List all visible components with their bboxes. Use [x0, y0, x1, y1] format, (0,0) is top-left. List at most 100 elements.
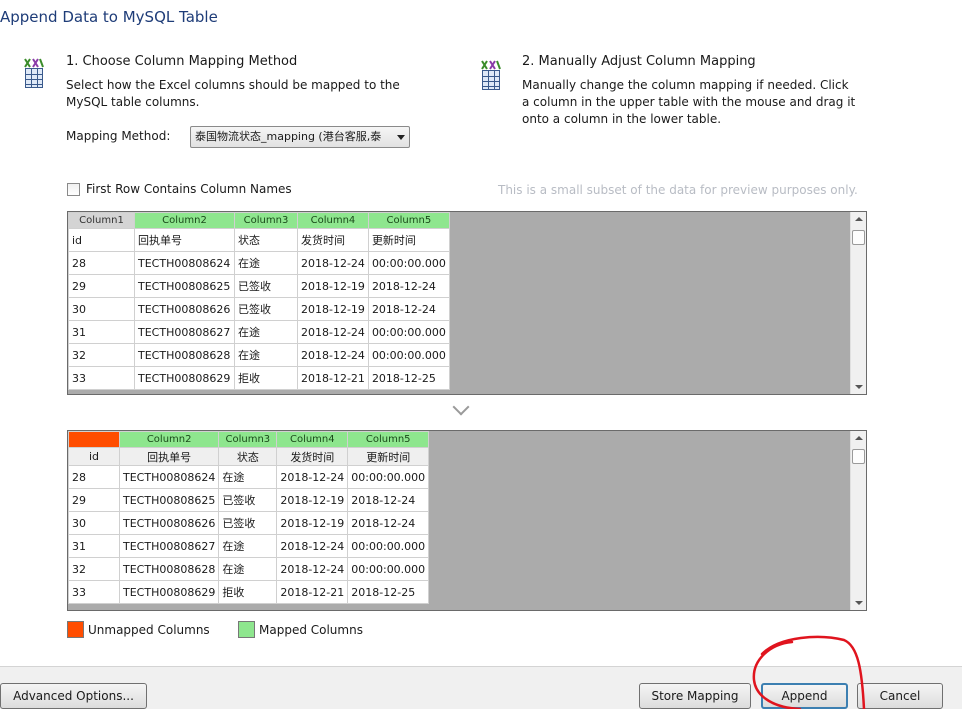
- step2-title: 2. Manually Adjust Column Mapping: [522, 54, 756, 69]
- table-cell: TECTH00808629: [134, 366, 235, 390]
- step1-description: Select how the Excel columns should be m…: [66, 78, 400, 109]
- table-row: 31 TECTH00808627 在途 2018-12-24 00:00:00.000: [68, 534, 430, 558]
- table-cell: 2018-12-24: [276, 557, 349, 581]
- advanced-options-button[interactable]: Advanced Options...: [0, 683, 147, 709]
- table-cell: 31: [68, 320, 135, 344]
- table-cell: 32: [68, 343, 135, 367]
- lower-col-header[interactable]: [68, 431, 120, 448]
- table-cell: 2018-12-24: [367, 297, 450, 321]
- table-cell: 28: [68, 251, 135, 275]
- table-row: 32 TECTH00808628 在途 2018-12-24 00:00:00.000: [68, 557, 430, 581]
- table-cell: TECTH00808625: [134, 274, 235, 298]
- table-cell: TECTH00808628: [118, 557, 220, 581]
- table-cell: 更新时间: [367, 228, 450, 252]
- table-cell: 2018-12-21: [297, 366, 369, 390]
- lower-col-header[interactable]: Column4: [276, 431, 349, 448]
- table-cell: 00:00:00.000: [347, 557, 430, 581]
- table-cell: 2018-12-21: [276, 580, 349, 604]
- table-cell: 2018-12-25: [347, 580, 430, 604]
- button-bar: Advanced Options... Store Mapping Append…: [0, 666, 962, 709]
- upper-col-header[interactable]: Column4: [297, 212, 369, 229]
- target-table-grid[interactable]: Column2 Column3 Column4 Column5 id 回执单号 …: [67, 430, 867, 611]
- field-name: 回执单号: [118, 447, 220, 466]
- cancel-button[interactable]: Cancel: [857, 683, 943, 709]
- table-row: 28 TECTH00808624 在途 2018-12-24 00:00:00.000: [68, 251, 450, 275]
- source-data-grid[interactable]: Column1 Column2 Column3 Column4 Column5 …: [67, 211, 867, 395]
- table-cell: TECTH00808626: [118, 511, 220, 535]
- table-cell: 29: [68, 274, 135, 298]
- lower-col-header[interactable]: Column5: [347, 431, 430, 448]
- scroll-up-icon[interactable]: [855, 436, 863, 440]
- table-cell: 发货时间: [297, 228, 369, 252]
- scroll-down-icon[interactable]: [855, 601, 863, 605]
- lower-scrollbar[interactable]: [850, 431, 866, 610]
- table-cell: 30: [68, 511, 120, 535]
- table-cell: 2018-12-24: [347, 488, 430, 512]
- scroll-thumb[interactable]: [852, 230, 865, 245]
- table-row: 29 TECTH00808625 已签收 2018-12-19 2018-12-24: [68, 488, 430, 512]
- table-cell: 已签收: [218, 511, 278, 535]
- table-row: id 回执单号 状态 发货时间 更新时间: [68, 228, 450, 252]
- mapped-swatch: [238, 621, 255, 638]
- table-row: 30 TECTH00808626 已签收 2018-12-19 2018-12-24: [68, 511, 430, 535]
- table-cell: TECTH00808627: [134, 320, 235, 344]
- unmapped-swatch: [67, 621, 84, 638]
- upper-col-header[interactable]: Column5: [367, 212, 450, 229]
- upper-col-header[interactable]: Column1: [68, 212, 135, 229]
- table-cell: 00:00:00.000: [367, 320, 450, 344]
- table-cell: id: [68, 228, 135, 252]
- table-cell: 已签收: [234, 297, 298, 321]
- table-cell: 2018-12-24: [276, 465, 349, 489]
- mapping-method-label: Mapping Method:: [66, 129, 171, 143]
- table-cell: 32: [68, 557, 120, 581]
- table-cell: 33: [68, 366, 135, 390]
- scroll-thumb[interactable]: [852, 449, 865, 464]
- table-cell: 在途: [218, 534, 278, 558]
- upper-col-header[interactable]: Column3: [234, 212, 298, 229]
- table-cell: 00:00:00.000: [347, 534, 430, 558]
- table-cell: 已签收: [234, 274, 298, 298]
- lower-col-header[interactable]: Column2: [118, 431, 220, 448]
- table-cell: 在途: [234, 251, 298, 275]
- table-cell: TECTH00808624: [134, 251, 235, 275]
- store-mapping-button[interactable]: Store Mapping: [639, 683, 751, 709]
- table-cell: TECTH00808628: [134, 343, 235, 367]
- column-mapping-icon: [23, 58, 45, 88]
- scroll-up-icon[interactable]: [855, 217, 863, 221]
- first-row-option[interactable]: First Row Contains Column Names: [67, 182, 292, 196]
- table-cell: TECTH00808627: [118, 534, 220, 558]
- table-cell: 已签收: [218, 488, 278, 512]
- table-cell: 30: [68, 297, 135, 321]
- table-cell: 2018-12-19: [276, 488, 349, 512]
- table-cell: 00:00:00.000: [367, 251, 450, 275]
- table-cell: 在途: [234, 343, 298, 367]
- table-cell: 29: [68, 488, 120, 512]
- scroll-down-icon[interactable]: [855, 385, 863, 389]
- column-mapping-icon: [480, 60, 502, 90]
- lower-col-header[interactable]: Column3: [218, 431, 278, 448]
- table-cell: 拒收: [218, 580, 278, 604]
- table-cell: 2018-12-24: [367, 274, 450, 298]
- append-button[interactable]: Append: [761, 683, 848, 709]
- table-cell: 在途: [218, 465, 278, 489]
- step2-description: Manually change the column mapping if ne…: [522, 78, 856, 126]
- legend-unmapped: Unmapped Columns: [67, 621, 210, 638]
- upper-scrollbar[interactable]: [850, 212, 866, 394]
- table-cell: 状态: [234, 228, 298, 252]
- field-name: id: [68, 447, 120, 466]
- field-name: 更新时间: [347, 447, 430, 466]
- table-cell: 2018-12-19: [297, 274, 369, 298]
- table-row: 29 TECTH00808625 已签收 2018-12-19 2018-12-24: [68, 274, 450, 298]
- first-row-checkbox[interactable]: [67, 182, 80, 196]
- first-row-label: First Row Contains Column Names: [86, 182, 292, 196]
- field-name: 状态: [218, 447, 278, 466]
- table-cell: TECTH00808625: [118, 488, 220, 512]
- upper-col-header[interactable]: Column2: [134, 212, 235, 229]
- mapping-method-select[interactable]: 泰国物流状态_mapping (港台客服,泰: [190, 126, 410, 148]
- table-cell: TECTH00808626: [134, 297, 235, 321]
- table-cell: 在途: [218, 557, 278, 581]
- table-cell: 31: [68, 534, 120, 558]
- step1-title: 1. Choose Column Mapping Method: [66, 54, 298, 69]
- table-cell: 2018-12-24: [297, 320, 369, 344]
- table-cell: 2018-12-24: [276, 534, 349, 558]
